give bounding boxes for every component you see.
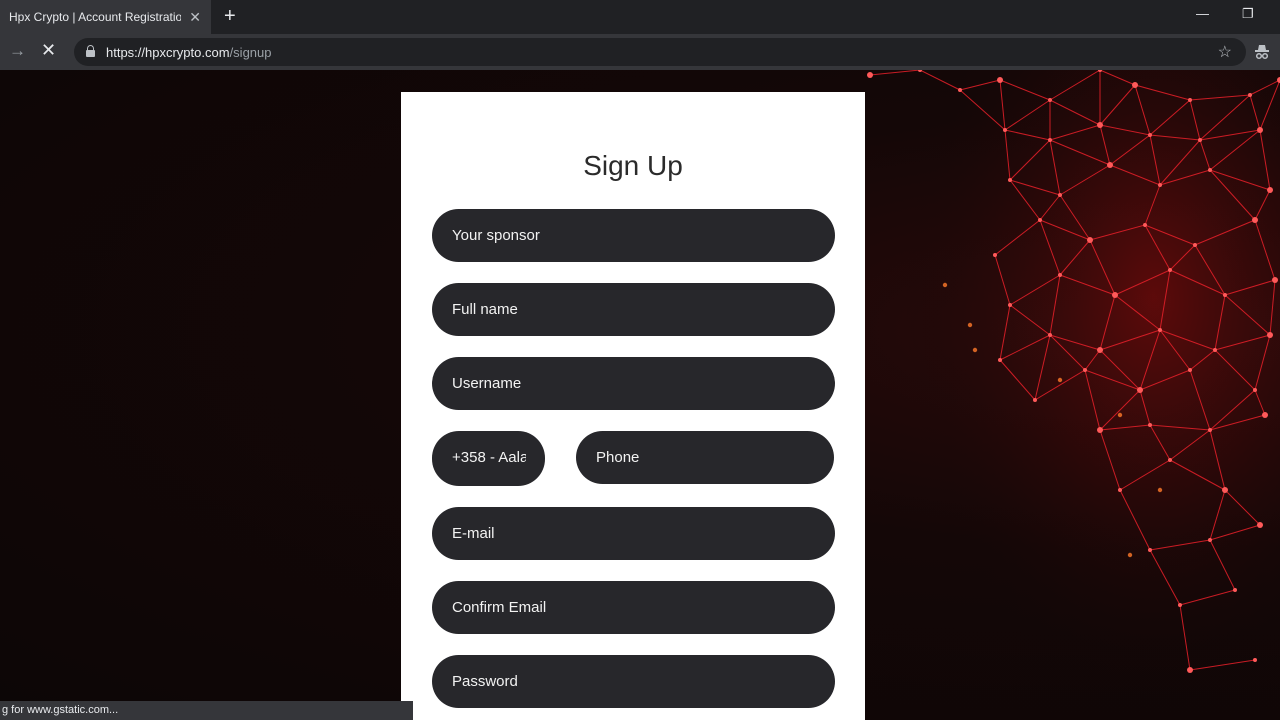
minimize-icon[interactable]: —	[1196, 6, 1209, 21]
full-name-input[interactable]	[432, 283, 835, 336]
browser-tab[interactable]: Hpx Crypto | Account Registratio ✕	[0, 0, 211, 34]
new-tab-icon[interactable]: +	[224, 6, 236, 26]
incognito-icon[interactable]	[1254, 44, 1270, 60]
tab-title: Hpx Crypto | Account Registratio	[9, 10, 181, 24]
lock-icon	[86, 45, 95, 57]
signup-card: Sign Up +358 - Aala	[401, 92, 865, 720]
stop-loading-icon[interactable]: ✕	[41, 40, 56, 61]
sponsor-input[interactable]	[432, 209, 835, 262]
url-text: https://hpxcrypto.com/signup	[106, 45, 271, 60]
network-face-art	[860, 70, 1280, 720]
url-path: /signup	[229, 45, 272, 60]
forward-arrow-icon[interactable]: →	[9, 41, 26, 61]
restore-icon[interactable]: ❐	[1242, 6, 1254, 22]
phone-input[interactable]	[576, 431, 834, 484]
url-host: https://hpxcrypto.com	[106, 45, 230, 60]
page-background: Sign Up +358 - Aala	[0, 70, 1280, 720]
tab-bar: Hpx Crypto | Account Registratio ✕ + — ❐	[0, 0, 1280, 34]
tab-close-icon[interactable]: ✕	[189, 9, 201, 25]
page-title: Sign Up	[583, 150, 683, 181]
address-bar[interactable]: https://hpxcrypto.com/signup ☆	[74, 38, 1246, 66]
browser-toolbar: → ✕ https://hpxcrypto.com/signup ☆	[0, 34, 1280, 70]
password-input[interactable]	[432, 655, 835, 708]
email-input[interactable]	[432, 507, 835, 560]
username-input[interactable]	[432, 357, 835, 410]
country-code-value: +358 - Aala	[452, 449, 526, 466]
status-bar: g for www.gstatic.com...	[0, 701, 413, 720]
bookmark-star-icon[interactable]: ☆	[1218, 42, 1232, 62]
confirm-email-input[interactable]	[432, 581, 835, 634]
